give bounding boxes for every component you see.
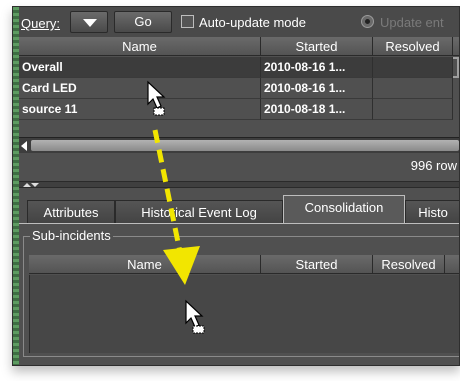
tab-divider [19,223,459,224]
update-radio-label: Update ent [380,15,444,30]
table-row[interactable]: Overall 2010-08-16 1... [19,57,459,78]
auto-update-label: Auto-update mode [199,15,306,30]
update-radio[interactable] [361,15,374,28]
collapse-down-icon[interactable] [31,183,39,187]
row-resolved [373,57,453,78]
table-row[interactable]: source 11 2010-08-18 1... [19,99,459,120]
query-toolbar: Query: Go Auto-update mode Update ent [19,7,459,37]
splitter-bar[interactable] [19,181,459,188]
row-name: source 11 [19,99,261,120]
column-header-started[interactable]: Started [261,37,373,56]
row-started: 2010-08-16 1... [261,57,373,78]
sub-column-header-resolved[interactable]: Resolved [373,255,445,274]
row-count: 996 row [410,158,457,173]
sub-incidents-table-body[interactable] [29,275,459,353]
auto-update-checkbox[interactable] [181,15,194,28]
query-label: Query: [21,16,61,31]
scroll-thumb[interactable] [31,140,459,151]
row-started: 2010-08-18 1... [261,99,373,120]
row-name: Card LED [19,78,261,99]
go-button[interactable]: Go [114,11,172,33]
row-resolved [373,78,453,99]
detail-tabs: Attributes Historical Event Log Consolid… [19,193,459,224]
table-row[interactable]: Card LED 2010-08-16 1... [19,78,459,99]
incidents-table: Name Started Resolved Overall 2010-08-16… [19,37,459,137]
column-header-name[interactable]: Name [19,37,261,56]
tab-history[interactable]: Histo [405,200,459,223]
column-header-resolved[interactable]: Resolved [373,37,453,56]
row-name: Overall [19,57,261,78]
tab-attributes[interactable]: Attributes [27,200,115,223]
collapse-up-icon[interactable] [23,183,31,187]
dropdown-arrow-icon [83,19,97,27]
tab-consolidation[interactable]: Consolidation [283,195,405,223]
row-started: 2010-08-16 1... [261,78,373,99]
scroll-left-icon[interactable] [21,141,27,151]
sub-incidents-label: Sub-incidents [30,228,113,243]
tab-historical-event-log[interactable]: Historical Event Log [115,200,283,223]
sub-column-header-extra[interactable] [445,255,459,274]
sub-column-header-name[interactable]: Name [29,255,261,274]
column-header-extra[interactable] [453,37,459,56]
sub-column-header-started[interactable]: Started [261,255,373,274]
horizontal-scrollbar[interactable] [19,137,459,153]
incidents-window: Query: Go Auto-update mode Update ent Na… [12,6,460,366]
row-resolved [373,99,453,120]
query-dropdown-button[interactable] [70,11,108,33]
sub-incidents-table: Name Started Resolved [29,255,459,275]
